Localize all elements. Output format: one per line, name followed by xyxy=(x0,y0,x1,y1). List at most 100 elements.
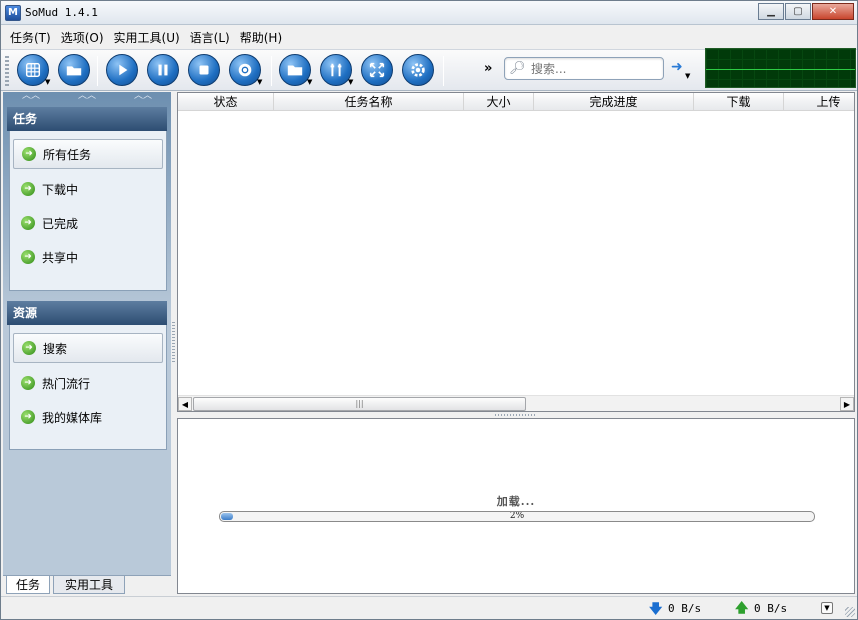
traffic-graph-line xyxy=(706,69,855,70)
arrow-right-icon: ➜ xyxy=(21,216,35,230)
toolbar-grip[interactable] xyxy=(5,56,9,86)
folder-dropdown[interactable]: ▼ xyxy=(307,78,312,86)
sidebar-item-popular[interactable]: ➜ 热门流行 xyxy=(13,368,163,398)
column-header-task-name[interactable]: 任务名称 xyxy=(274,93,464,110)
sidebar: ︿︿ ︿︿ ︿︿ 任务 ➜ 所有任务 ➜ 下载中 ➜ 已完成 ➜ 共享中 资源 … xyxy=(3,92,171,594)
arrow-right-icon: ➜ xyxy=(22,147,36,161)
settings-button[interactable] xyxy=(402,54,434,86)
menu-help[interactable]: 帮助(H) xyxy=(235,29,287,46)
sidebar-item-label: 下载中 xyxy=(42,182,79,197)
tools-icon xyxy=(330,63,342,77)
minimize-icon: ▁ xyxy=(767,6,775,17)
sidebar-item-sharing[interactable]: ➜ 共享中 xyxy=(13,242,163,272)
fullscreen-button[interactable] xyxy=(361,54,393,86)
arrow-right-icon: ➜ xyxy=(22,341,36,355)
loading-progress-bar: 2% xyxy=(219,511,815,522)
upload-speed: 0 B/s xyxy=(754,602,788,615)
toolbar-separator xyxy=(271,56,272,86)
close-button[interactable]: ✕ xyxy=(812,3,854,20)
sidebar-tabs: 任务 实用工具 xyxy=(3,575,171,594)
settings-gear-icon xyxy=(411,63,425,77)
horizontal-scrollbar[interactable]: ◀ ||| ▶ xyxy=(178,395,854,411)
column-header-upload[interactable]: 上传 xyxy=(784,93,854,110)
delete-dropdown[interactable]: ▼ xyxy=(257,78,262,86)
resources-panel-header[interactable]: 资源 xyxy=(7,301,167,325)
sidebar-item-search[interactable]: ➜ 搜索 xyxy=(13,333,163,363)
search-go-icon[interactable]: ➜ xyxy=(671,59,683,75)
progress-percent: 2% xyxy=(509,511,525,521)
tools-dropdown[interactable]: ▼ xyxy=(348,78,353,86)
folder-icon xyxy=(287,65,303,76)
status-menu-dropdown[interactable]: ▼ xyxy=(821,602,833,614)
title-bar[interactable]: M SoMud 1.4.1 ▁ ▢ ✕ xyxy=(1,1,857,25)
task-list[interactable]: 状态 任务名称 大小 完成进度 下载 上传 ◀ ||| ▶ xyxy=(177,92,855,412)
column-header-size[interactable]: 大小 xyxy=(464,93,534,110)
column-header-status[interactable]: 状态 xyxy=(178,93,274,110)
toolbar-separator xyxy=(443,56,444,86)
scrollbar-thumb[interactable]: ||| xyxy=(193,397,526,411)
tab-tasks[interactable]: 任务 xyxy=(6,576,50,594)
sidebar-item-downloading[interactable]: ➜ 下载中 xyxy=(13,174,163,204)
menu-language[interactable]: 语言(L) xyxy=(185,29,235,46)
window-controls: ▁ ▢ ✕ xyxy=(758,3,854,20)
status-bar: 🡇 0 B/s 🡅 0 B/s ▼ xyxy=(1,596,857,619)
globe-icon xyxy=(25,62,41,78)
menu-options[interactable]: 选项(O) xyxy=(56,29,109,46)
stop-icon xyxy=(199,65,209,75)
scroll-left-arrow-icon[interactable]: ◀ xyxy=(178,397,192,411)
maximize-button[interactable]: ▢ xyxy=(785,3,811,20)
collapse-chevron-icon: ︿︿ xyxy=(21,91,40,101)
download-speed: 0 B/s xyxy=(668,602,702,615)
sidebar-item-label: 热门流行 xyxy=(42,376,91,391)
sidebar-item-label: 搜索 xyxy=(43,341,68,356)
column-header-download[interactable]: 下载 xyxy=(694,93,784,110)
collapse-chevron-icon: ︿︿ xyxy=(77,91,96,101)
sidebar-item-label: 已完成 xyxy=(42,216,79,231)
sidebar-item-label: 所有任务 xyxy=(43,147,92,162)
window-title: SoMud 1.4.1 xyxy=(25,6,98,19)
toolbar-overflow-icon[interactable]: » xyxy=(484,61,492,76)
menu-utilities[interactable]: 实用工具(U) xyxy=(109,29,185,46)
upload-arrow-icon: 🡅 xyxy=(735,601,749,616)
folder-open-icon xyxy=(66,66,82,76)
play-icon xyxy=(119,64,128,76)
menu-task[interactable]: 任务(T) xyxy=(5,29,56,46)
search-input[interactable] xyxy=(531,61,659,77)
close-icon: ✕ xyxy=(828,6,838,17)
splitter-grip xyxy=(495,414,535,416)
app-window: M SoMud 1.4.1 ▁ ▢ ✕ 任务(T) 选项(O) 实用工具(U) … xyxy=(0,0,858,620)
resize-grip[interactable] xyxy=(845,607,855,617)
expand-icon xyxy=(369,62,385,78)
sidebar-item-media-library[interactable]: ➜ 我的媒体库 xyxy=(13,402,163,432)
arrow-right-icon: ➜ xyxy=(21,182,35,196)
new-task-dropdown[interactable]: ▼ xyxy=(45,78,50,86)
sidebar-item-label: 我的媒体库 xyxy=(42,410,103,425)
pause-button[interactable] xyxy=(147,54,179,86)
column-header-progress[interactable]: 完成进度 xyxy=(534,93,694,110)
sidebar-item-completed[interactable]: ➜ 已完成 xyxy=(13,208,163,238)
pause-icon xyxy=(158,64,168,76)
tasks-panel-header[interactable]: 任务 xyxy=(7,107,167,131)
search-icon: 🔎︎ xyxy=(509,61,526,76)
search-go-dropdown[interactable]: ▼ xyxy=(685,72,690,80)
collapse-chevron-icon: ︿︿ xyxy=(133,91,152,101)
sidebar-item-label: 共享中 xyxy=(42,250,79,265)
traffic-graph-grid xyxy=(706,49,855,87)
open-folder-button[interactable] xyxy=(58,54,90,86)
detail-panel: 加载... 2% xyxy=(177,418,855,594)
start-button[interactable] xyxy=(106,54,138,86)
arrow-right-icon: ➜ xyxy=(21,410,35,424)
search-box[interactable]: 🔎︎ xyxy=(504,57,664,80)
loading-label: 加载... xyxy=(496,495,536,508)
toolbar-separator xyxy=(97,56,98,86)
sidebar-collapse-strip[interactable]: ︿︿ ︿︿ ︿︿ xyxy=(3,92,171,103)
minimize-button[interactable]: ▁ xyxy=(758,3,784,20)
traffic-graph xyxy=(705,48,856,88)
sidebar-item-all-tasks[interactable]: ➜ 所有任务 xyxy=(13,139,163,169)
tab-utilities[interactable]: 实用工具 xyxy=(53,576,125,594)
scroll-right-arrow-icon[interactable]: ▶ xyxy=(840,397,854,411)
task-list-header: 状态 任务名称 大小 完成进度 下载 上传 xyxy=(178,93,854,111)
menu-bar: 任务(T) 选项(O) 实用工具(U) 语言(L) 帮助(H) xyxy=(1,26,857,48)
arrow-right-icon: ➜ xyxy=(21,376,35,390)
stop-button[interactable] xyxy=(188,54,220,86)
